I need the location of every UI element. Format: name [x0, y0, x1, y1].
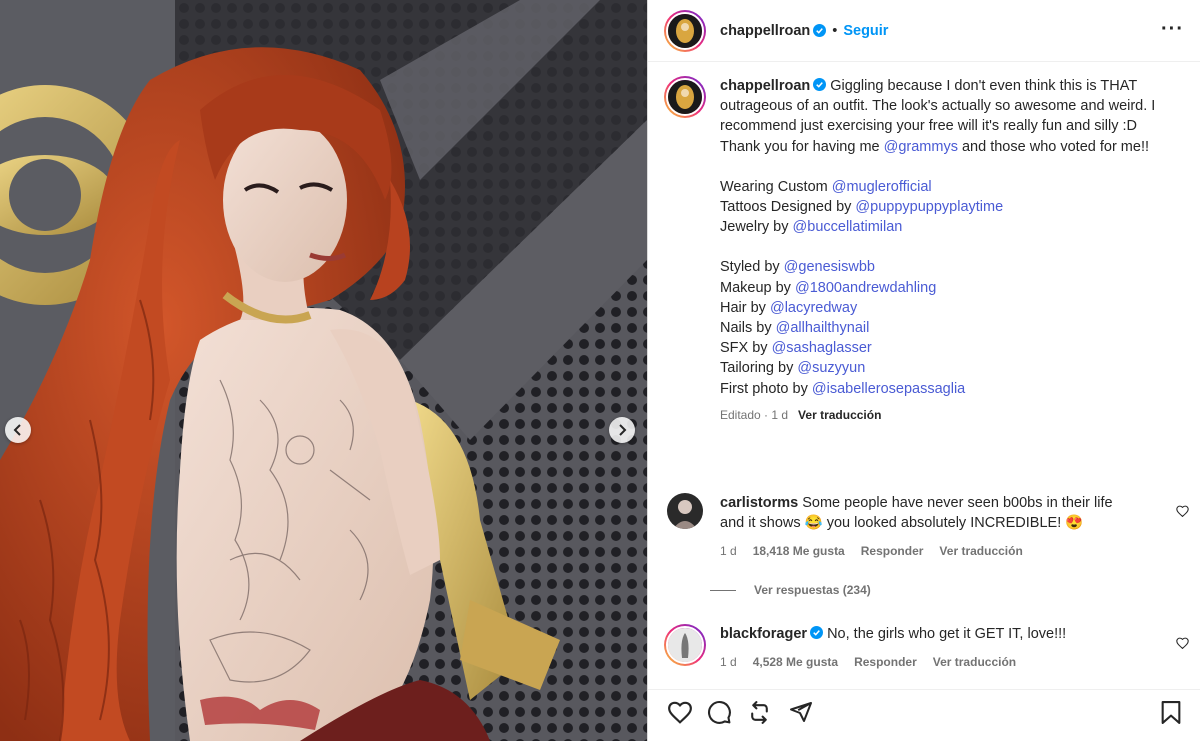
commenter-username[interactable]: blackforager	[720, 626, 807, 642]
mention-link[interactable]: @buccellatimilan	[793, 219, 903, 235]
mention-link[interactable]: @muglerofficial	[832, 179, 932, 195]
mention-link[interactable]: @grammys	[884, 139, 958, 155]
comment: carlistorms Some people have never seen …	[664, 493, 1189, 562]
mention-link[interactable]: @1800andrewdahling	[795, 280, 936, 296]
comment-body: carlistorms Some people have never seen …	[720, 493, 1140, 562]
commenter-avatar[interactable]	[667, 493, 703, 529]
more-options-icon[interactable]: ···	[1161, 18, 1184, 41]
commenter-username[interactable]: carlistorms	[720, 495, 798, 511]
comment-likes[interactable]: 18,418 Me gusta	[753, 544, 845, 558]
mention-link[interactable]: @allhailthynail	[776, 320, 870, 336]
caption-author-avatar[interactable]	[664, 76, 706, 118]
post-side-panel: chappellroan • Seguir ··· chappellroan G…	[647, 0, 1200, 741]
next-photo-button[interactable]	[609, 417, 635, 443]
comment-actions: 1 d 18,418 Me gusta Responder Ver traducció…	[720, 541, 1140, 561]
caption-text: chappellroan Giggling because I don't ev…	[720, 76, 1170, 425]
see-translation-link[interactable]: Ver traducción	[798, 408, 881, 422]
commenter-avatar[interactable]	[664, 624, 706, 666]
separator-dot: •	[832, 22, 838, 39]
credit-label: SFX by	[720, 340, 772, 357]
thanks-suffix: and those who voted for me!!	[957, 138, 1149, 155]
post-photo	[0, 0, 647, 741]
replies-divider	[710, 589, 736, 591]
see-translation-link[interactable]: Ver traducción	[933, 655, 1016, 669]
like-comment-heart-icon[interactable]	[1176, 637, 1189, 649]
author-avatar[interactable]	[664, 9, 706, 52]
thanks-text: Thank you for having me	[720, 138, 884, 155]
credit-label: Styled by	[720, 259, 784, 276]
credit-label: Makeup by	[720, 279, 795, 296]
credit-label: Hair by	[720, 299, 770, 316]
comment-time: 1 d	[720, 655, 737, 670]
mention-link[interactable]: @suzyyun	[797, 360, 865, 376]
view-replies-button[interactable]: Ver respuestas (234)	[710, 583, 871, 597]
reply-button[interactable]: Responder	[861, 544, 924, 558]
mention-link[interactable]: @sashaglasser	[772, 340, 872, 356]
mention-link[interactable]: @isabellerosepassaglia	[812, 381, 965, 397]
previous-photo-button[interactable]	[5, 417, 31, 443]
comment-icon[interactable]	[707, 700, 732, 725]
post-caption: chappellroan Giggling because I don't ev…	[664, 76, 1189, 425]
chevron-left-icon	[13, 424, 21, 436]
like-comment-heart-icon[interactable]	[1176, 505, 1189, 517]
credit-label: Nails by	[720, 320, 776, 337]
author-username[interactable]: chappellroan	[720, 23, 810, 39]
heart-icon[interactable]	[667, 700, 693, 724]
comment-text: No, the girls who get it GET IT, love!!!	[827, 626, 1067, 642]
edited-timestamp: Editado · 1 d	[720, 407, 789, 422]
verified-icon	[810, 626, 824, 639]
credits-group-1: Wearing Custom @muglerofficial Tattoos D…	[720, 177, 1170, 238]
credit-label: Wearing Custom	[720, 178, 832, 195]
bookmark-icon[interactable]	[1160, 700, 1182, 725]
caption-meta: Editado · 1 d Ver traducción	[720, 405, 1170, 425]
view-replies-label: Ver respuestas (234)	[754, 583, 871, 597]
verified-icon	[813, 78, 827, 91]
mention-link[interactable]: @puppypuppyplaytime	[855, 199, 1003, 215]
caption-author-username[interactable]: chappellroan	[720, 78, 810, 94]
post-media[interactable]	[0, 0, 647, 741]
comment-likes[interactable]: 4,528 Me gusta	[753, 655, 838, 669]
verified-icon	[813, 24, 827, 37]
post-action-bar	[648, 689, 1200, 741]
reply-button[interactable]: Responder	[854, 655, 917, 669]
chevron-right-icon	[619, 424, 627, 436]
credit-label: Jewelry by	[720, 219, 793, 236]
follow-button[interactable]: Seguir	[843, 23, 888, 39]
credit-label: First photo by	[720, 380, 812, 397]
credits-group-2: Styled by @genesiswbb Makeup by @1800and…	[720, 257, 1170, 398]
comment-body: blackforager No, the girls who get it GE…	[720, 624, 1140, 672]
mention-link[interactable]: @lacyredway	[770, 300, 857, 316]
post-header: chappellroan • Seguir ···	[648, 0, 1200, 62]
comment-time: 1 d	[720, 544, 737, 559]
credit-label: Tailoring by	[720, 360, 798, 377]
see-translation-link[interactable]: Ver traducción	[939, 544, 1022, 558]
comment: blackforager No, the girls who get it GE…	[664, 624, 1189, 672]
credit-label: Tattoos Designed by	[720, 199, 856, 216]
share-icon[interactable]	[789, 700, 813, 724]
post-viewer: chappellroan • Seguir ··· chappellroan G…	[0, 0, 1200, 741]
mention-link[interactable]: @genesiswbb	[784, 259, 875, 275]
repost-icon[interactable]	[747, 700, 772, 725]
comment-actions: 1 d 4,528 Me gusta Responder Ver traducción	[720, 652, 1140, 672]
